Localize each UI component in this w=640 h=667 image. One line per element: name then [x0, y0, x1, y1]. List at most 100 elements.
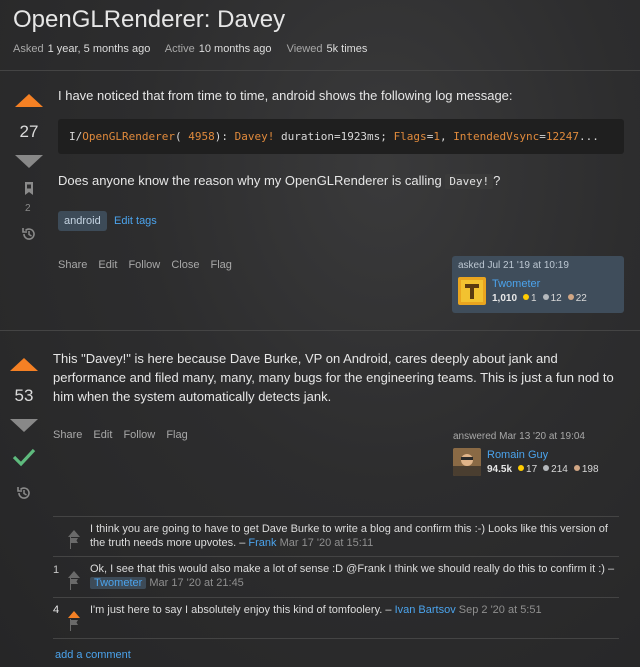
answer-flag-link[interactable]: Flag — [166, 429, 187, 441]
code-flags-label: Flags — [393, 130, 427, 143]
answer-bronze-count: 198 — [581, 464, 599, 475]
code-vsync-val: 12247 — [545, 130, 580, 143]
answerer-reputation: 94.5k 17 214 198 — [487, 464, 599, 475]
comment-flag-icon[interactable] — [69, 578, 79, 590]
question-body-p2: Does anyone know the reason why my OpenG… — [58, 171, 624, 191]
comment-divider — [53, 597, 619, 598]
comment-2: Ok, I see that this would also make a lo… — [90, 562, 618, 590]
asker-username[interactable]: Twometer — [492, 278, 540, 290]
gold-count: 1 — [531, 293, 537, 304]
answer-gold-badge-icon — [518, 465, 525, 471]
question-upvote-icon[interactable] — [15, 94, 43, 107]
comment-1-user[interactable]: Frank — [248, 537, 276, 549]
code-vsync-label: IntendedVsync — [453, 130, 540, 143]
page-title[interactable]: OpenGLRenderer: Davey — [13, 6, 285, 34]
log-code-block: I/OpenGLRenderer( 4958): Davey! duration… — [58, 119, 624, 154]
question-body-p1: I have noticed that from time to time, a… — [58, 88, 513, 103]
edit-tags-link[interactable]: Edit tags — [114, 215, 157, 227]
code-tagname: OpenGLRenderer — [82, 130, 175, 143]
asked-value: 1 year, 5 months ago — [47, 43, 151, 55]
avatar-photo-icon — [453, 448, 481, 476]
viewed-value: 5k times — [326, 43, 368, 55]
answer-rep-score: 94.5k — [487, 464, 513, 475]
asker-reputation: 1,010 1 12 22 — [492, 293, 587, 304]
bronze-count: 22 — [575, 293, 587, 304]
code-flags-val: 1 — [433, 130, 440, 143]
bookmark-icon[interactable] — [24, 182, 34, 195]
answer-upvote-icon[interactable] — [10, 358, 38, 371]
code-prefix: I/ — [69, 130, 83, 143]
code-vsync-eq: = — [539, 130, 546, 143]
comment-2-time[interactable]: Mar 17 '20 at 21:45 — [149, 577, 243, 589]
comment-divider — [53, 556, 619, 557]
answer-divider — [0, 330, 640, 331]
code-duration: duration=1923ms; — [274, 130, 394, 143]
asked-user-card: asked Jul 21 '19 at 10:19 Twometer 1,010… — [452, 256, 624, 313]
comment-2-user[interactable]: Twometer — [90, 577, 147, 589]
code-davey: Davey! — [234, 130, 275, 143]
edit-link[interactable]: Edit — [98, 259, 117, 271]
active-label: Active — [164, 43, 195, 55]
bookmark-count: 2 — [25, 203, 31, 214]
comment-1: I think you are going to have to get Dav… — [90, 522, 618, 550]
comment-flag-icon[interactable] — [69, 619, 79, 631]
question-actions: Share Edit Follow Close Flag — [58, 259, 240, 271]
answer-history-icon[interactable] — [16, 485, 32, 501]
question-vote-count: 27 — [19, 122, 39, 141]
comment-3-text: I'm just here to say I absolutely enjoy … — [90, 604, 392, 616]
code-paren-close: ): — [214, 130, 235, 143]
code-paren-open: ( — [174, 130, 182, 143]
comment-3-time[interactable]: Sep 2 '20 at 5:51 — [459, 604, 542, 616]
answer-gold-count: 17 — [526, 464, 538, 475]
comments-bottom-divider — [53, 638, 619, 639]
title-divider — [0, 70, 640, 71]
p2-tail: ? — [493, 173, 501, 188]
code-pid: 4958 — [188, 130, 215, 143]
asked-label: Asked — [13, 43, 44, 55]
answer-share-link[interactable]: Share — [53, 429, 82, 441]
comment-3-user[interactable]: Ivan Bartsov — [395, 604, 456, 616]
avatar-t-logo-icon — [461, 280, 483, 302]
p2-text: Does anyone know the reason why my OpenG… — [58, 173, 446, 188]
share-link[interactable]: Share — [58, 259, 87, 271]
rep-score: 1,010 — [492, 293, 518, 304]
answer-silver-count: 214 — [551, 464, 568, 475]
p2-inline-code: Davey! — [445, 174, 494, 189]
answer-downvote-icon[interactable] — [10, 419, 38, 432]
answer-actions: Share Edit Follow Flag — [53, 429, 196, 441]
comments-top-divider — [53, 516, 619, 517]
comment-1-time[interactable]: Mar 17 '20 at 15:11 — [280, 537, 374, 549]
tag-android[interactable]: android — [58, 211, 107, 231]
answer-body: This "Davey!" is here because Dave Burke… — [53, 351, 614, 404]
answered-time[interactable]: answered Mar 13 '20 at 19:04 — [453, 431, 585, 442]
follow-link[interactable]: Follow — [128, 259, 160, 271]
add-comment-link[interactable]: add a comment — [55, 649, 131, 661]
accepted-check-icon — [12, 448, 36, 467]
avatar[interactable] — [458, 277, 486, 305]
silver-count: 12 — [550, 293, 562, 304]
bronze-badge-icon — [567, 294, 574, 300]
code-ellipsis: ... — [579, 130, 599, 143]
comment-3: I'm just here to say I absolutely enjoy … — [90, 603, 618, 617]
answer-edit-link[interactable]: Edit — [93, 429, 112, 441]
answer-silver-badge-icon — [543, 465, 550, 471]
active-value[interactable]: 10 months ago — [199, 43, 272, 55]
question-downvote-icon[interactable] — [15, 155, 43, 168]
answer-vote-count: 53 — [14, 386, 34, 405]
comment-2-score: 1 — [53, 564, 60, 576]
gold-badge-icon — [523, 294, 530, 300]
comment-2-text: Ok, I see that this would also make a lo… — [90, 563, 615, 575]
answerer-avatar[interactable] — [453, 448, 481, 476]
asked-time[interactable]: asked Jul 21 '19 at 10:19 — [458, 260, 569, 271]
answer-bronze-badge-icon — [573, 465, 580, 471]
answerer-username[interactable]: Romain Guy — [487, 449, 548, 461]
viewed-label: Viewed — [286, 43, 323, 55]
flag-link[interactable]: Flag — [211, 259, 232, 271]
answer-follow-link[interactable]: Follow — [123, 429, 155, 441]
comment-3-score: 4 — [53, 604, 60, 616]
silver-badge-icon — [542, 294, 549, 300]
close-link[interactable]: Close — [171, 259, 199, 271]
comment-flag-icon[interactable] — [69, 537, 79, 549]
history-icon[interactable] — [21, 226, 37, 242]
code-comma: , — [439, 130, 454, 143]
